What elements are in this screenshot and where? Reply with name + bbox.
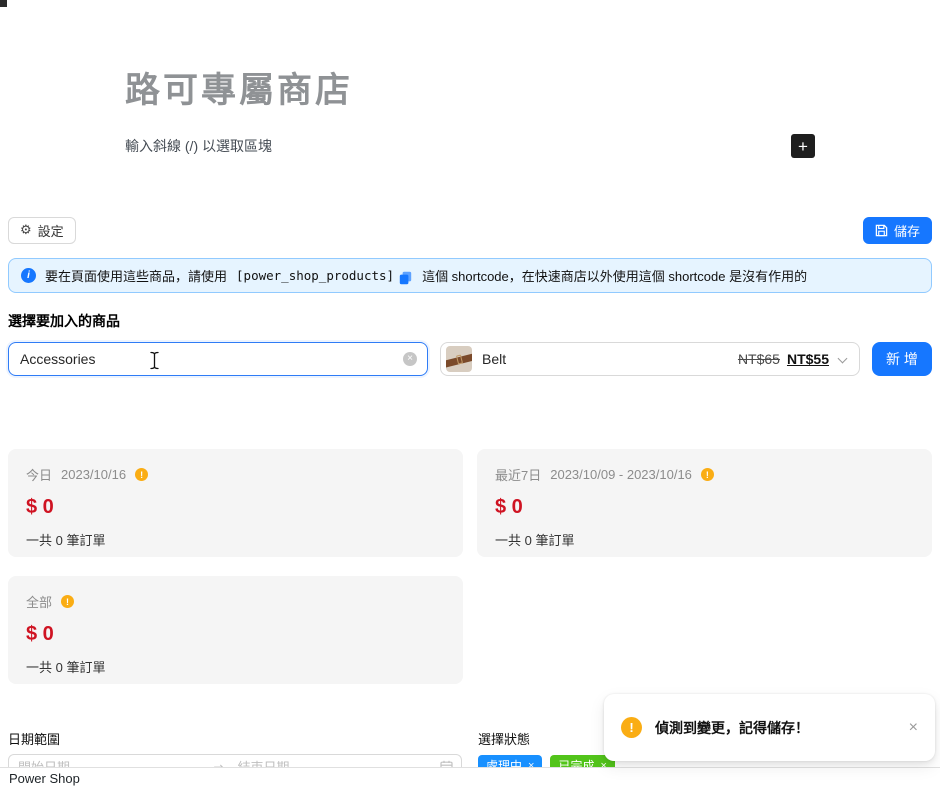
warning-icon: ! <box>701 468 714 481</box>
stat-title: 最近7日 <box>495 465 541 484</box>
settings-button-label: 設定 <box>38 221 64 240</box>
stat-date: 2023/10/16 <box>61 467 126 482</box>
stat-card-total: 全部 ! $ 0 一共 0 筆訂單 <box>8 576 463 684</box>
add-block-button[interactable]: + <box>791 134 815 158</box>
stat-amount: $ 0 <box>26 623 445 646</box>
settings-button[interactable]: ⚙ 設定 <box>8 217 76 244</box>
metabox-footer-title[interactable]: Power Shop <box>9 771 80 786</box>
banner-text-after: 這個 shortcode，在快速商店以外使用這個 shortcode 是沒有作用… <box>422 266 807 285</box>
warning-icon: ! <box>61 595 74 608</box>
warning-icon: ! <box>135 468 148 481</box>
stat-title: 全部 <box>26 592 52 611</box>
copy-icon[interactable] <box>399 271 412 285</box>
stat-card-today: 今日 2023/10/16 ! $ 0 一共 0 筆訂單 <box>8 449 463 557</box>
shortcode-text: [power_shop_products] <box>236 268 394 283</box>
stat-amount: $ 0 <box>26 496 445 519</box>
corner-artifact <box>0 0 7 7</box>
clear-search-icon[interactable]: × <box>403 352 417 366</box>
plus-icon: + <box>798 138 808 155</box>
price-original: NT$65 <box>738 351 780 367</box>
metabox-toolbar: ⚙ 設定 儲存 <box>8 217 932 244</box>
product-picker-label: 選擇要加入的商品 <box>8 311 932 331</box>
product-thumbnail <box>446 346 472 372</box>
toast-close-icon[interactable]: × <box>909 719 918 737</box>
stat-date: 2023/10/09 - 2023/10/16 <box>550 467 692 482</box>
empty-block-row: 輸入斜線 (/) 以選取區塊 + <box>125 134 815 158</box>
stat-orders: 一共 0 筆訂單 <box>26 657 445 676</box>
stat-card-last7days: 最近7日 2023/10/09 - 2023/10/16 ! $ 0 一共 0 … <box>477 449 932 557</box>
product-search-input[interactable] <box>20 351 395 367</box>
stat-orders: 一共 0 筆訂單 <box>26 530 445 549</box>
product-name: Belt <box>482 351 506 367</box>
date-range-label: 日期範圍 <box>8 729 462 748</box>
sales-stats-grid: 今日 2023/10/16 ! $ 0 一共 0 筆訂單 最近7日 2023/1… <box>8 449 932 684</box>
toast-message: 偵測到變更，記得儲存！ <box>655 718 809 738</box>
gear-icon: ⚙ <box>20 223 32 238</box>
stat-amount: $ 0 <box>495 496 914 519</box>
info-icon: i <box>21 268 36 283</box>
banner-text-before: 要在頁面使用這些商品，請使用 <box>45 266 227 285</box>
unsaved-changes-toast: ! 偵測到變更，記得儲存！ × <box>604 694 935 761</box>
warning-icon: ! <box>621 717 642 738</box>
stat-title: 今日 <box>26 465 52 484</box>
product-prices: NT$65 NT$55 <box>738 351 829 367</box>
chevron-down-icon <box>838 354 848 364</box>
product-picker-row: × Belt NT$65 NT$55 新 增 <box>8 342 932 376</box>
shortcode-info-banner: i 要在頁面使用這些商品，請使用 [power_shop_products] 這… <box>8 258 932 293</box>
stat-orders: 一共 0 筆訂單 <box>495 530 914 549</box>
status-label: 選擇狀態 <box>478 729 615 748</box>
metabox-footer: Power Shop <box>0 767 940 788</box>
save-button[interactable]: 儲存 <box>863 217 932 244</box>
add-product-button[interactable]: 新 增 <box>872 342 932 376</box>
page-title[interactable]: 路可專屬商店 <box>125 62 815 113</box>
price-sale: NT$55 <box>787 351 829 367</box>
save-button-label: 儲存 <box>894 221 920 240</box>
product-select-dropdown[interactable]: Belt NT$65 NT$55 <box>440 342 860 376</box>
editor-canvas: 路可專屬商店 輸入斜線 (/) 以選取區塊 + <box>0 0 940 158</box>
block-placeholder[interactable]: 輸入斜線 (/) 以選取區塊 <box>125 136 272 156</box>
product-search-field[interactable]: × <box>8 342 428 376</box>
save-icon <box>875 224 888 237</box>
